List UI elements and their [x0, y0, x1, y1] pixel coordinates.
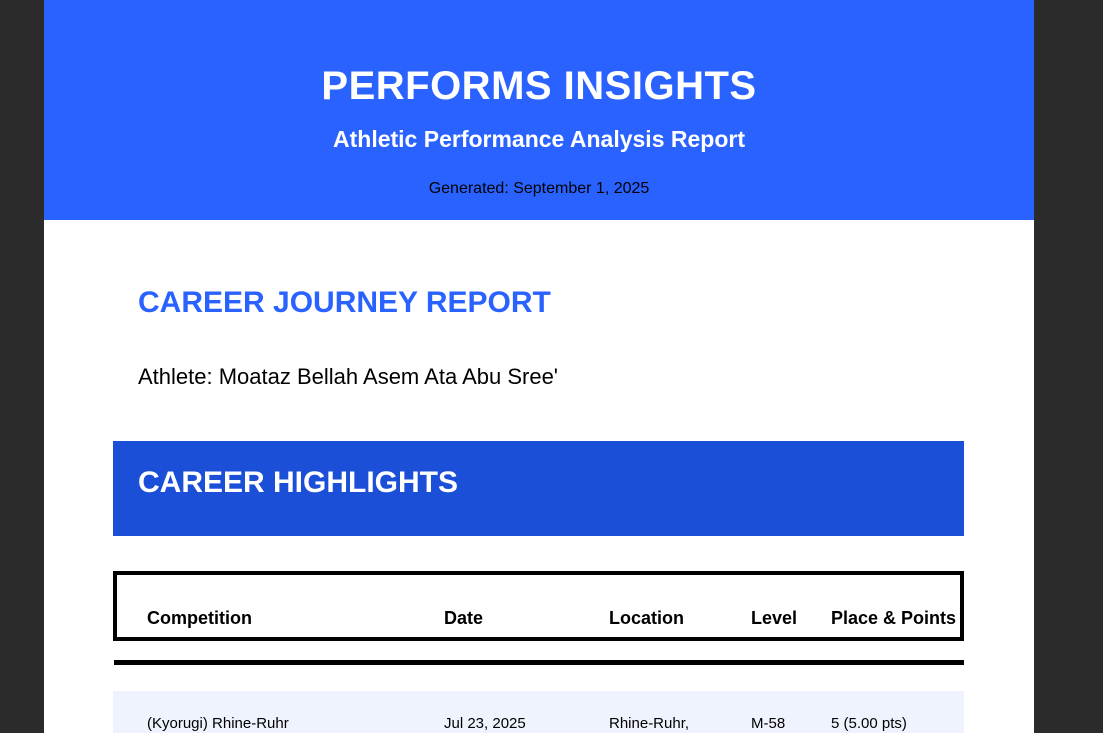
section-title: CAREER HIGHLIGHTS	[138, 466, 459, 499]
athlete-name: Athlete: Moataz Bellah Asem Ata Abu Sree…	[138, 364, 559, 389]
banner-subtitle: Athletic Performance Analysis Report	[333, 126, 745, 152]
cell-place-points: 5 (5.00 pts)	[831, 715, 907, 732]
column-header-place-points: Place & Points	[831, 608, 957, 628]
table-header: Competition Date Location Level Place & …	[113, 571, 964, 641]
column-header-date: Date	[444, 608, 484, 628]
table-divider	[114, 660, 964, 665]
document-page: PERFORMS INSIGHTS Athletic Performance A…	[44, 0, 1034, 733]
cell-date: Jul 23, 2025	[444, 715, 526, 732]
generated-date: Generated: September 1, 2025	[428, 180, 650, 197]
cell-competition: (Kyorugi) Rhine-Ruhr	[147, 715, 289, 732]
banner-title: PERFORMS INSIGHTS	[321, 64, 757, 108]
cell-level: M-58	[751, 715, 786, 732]
report-banner: PERFORMS INSIGHTS Athletic Performance A…	[44, 0, 1034, 220]
column-header-location: Location	[609, 608, 684, 628]
document-viewer: PERFORMS INSIGHTS Athletic Performance A…	[0, 0, 1103, 733]
career-highlights-bar: CAREER HIGHLIGHTS	[113, 441, 964, 536]
table-row: (Kyorugi) Rhine-Ruhr Jul 23, 2025 Rhine-…	[113, 691, 964, 733]
report-title: CAREER JOURNEY REPORT	[138, 286, 551, 319]
column-header-competition: Competition	[147, 608, 252, 628]
cell-location: Rhine-Ruhr,	[609, 715, 690, 732]
column-header-level: Level	[751, 608, 798, 628]
